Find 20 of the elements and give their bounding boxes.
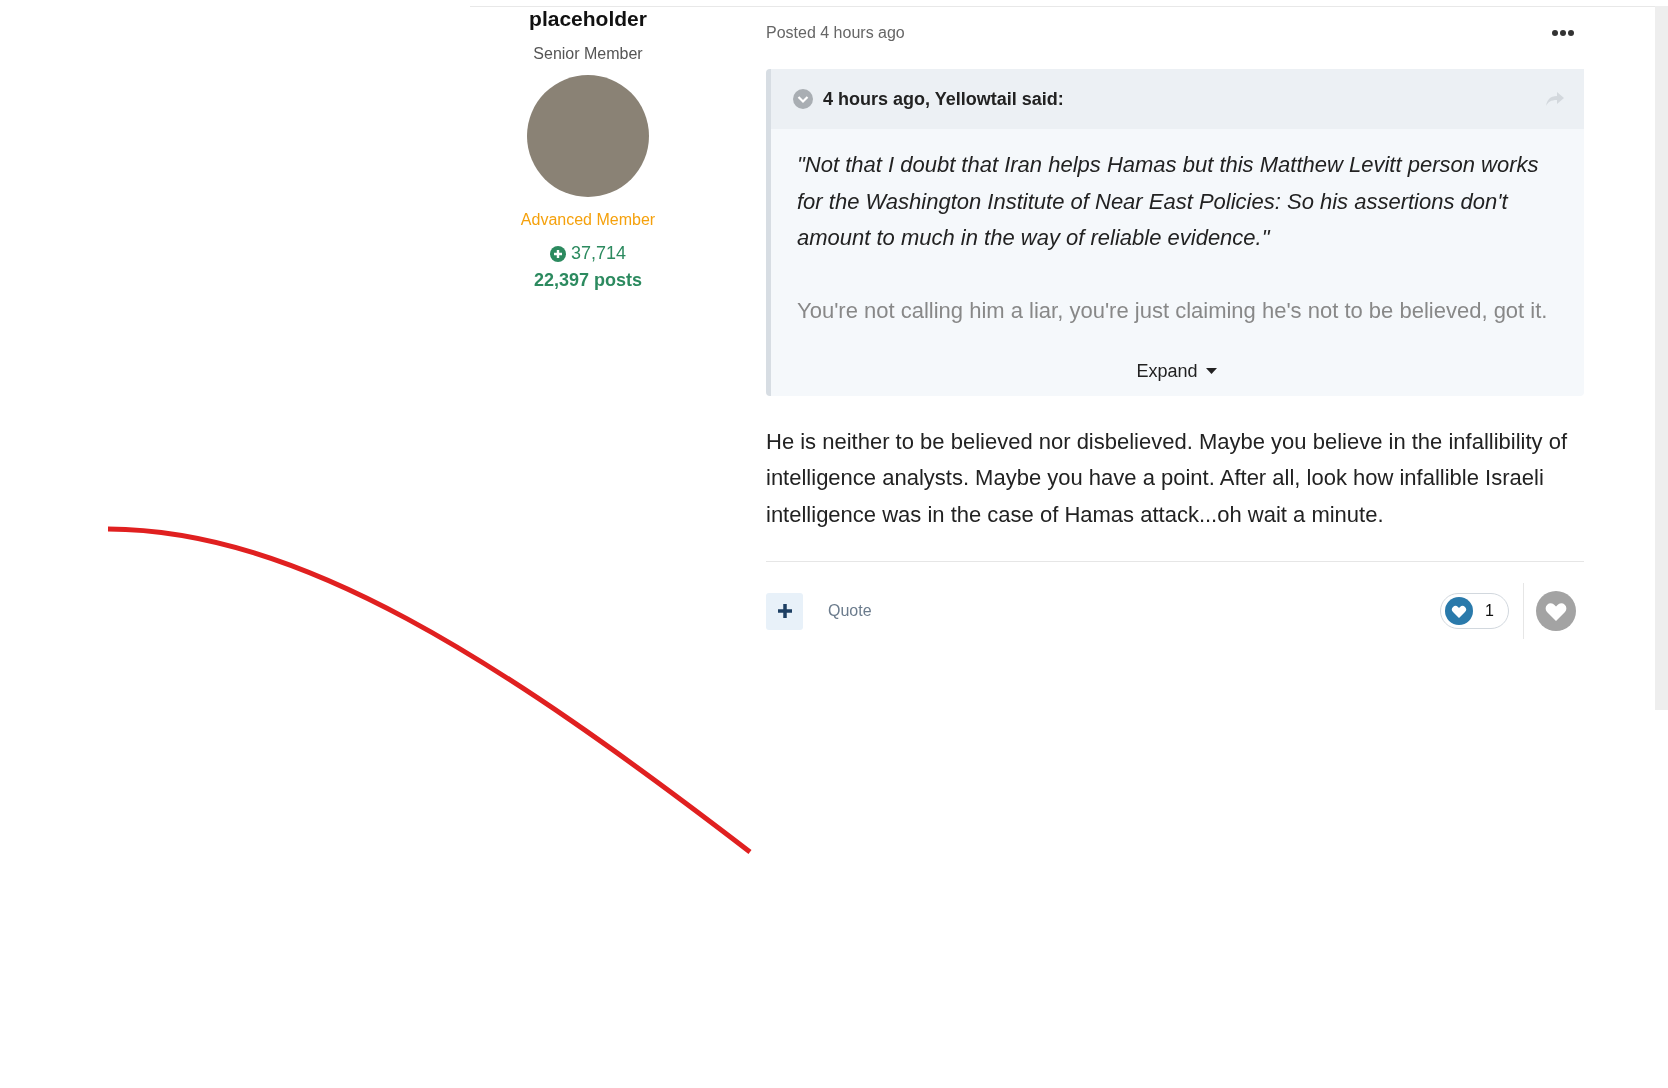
post-date: Posted 4 hours ago bbox=[766, 24, 905, 42]
author-name[interactable]: placeholder bbox=[529, 7, 647, 31]
reputation-count: 37,714 bbox=[570, 243, 627, 264]
post-body-text: He is neither to be believed nor disbelieved. Maybe you believe in the infallibility of intelligence analysts. Maybe you have a point. After all, look how infallible Israeli intelligence was in the case of Hamas attack...oh wait a minute. bbox=[766, 427, 1569, 529]
multiquote-button[interactable] bbox=[766, 592, 803, 630]
quoted-text: "Not that I doubt that Iran helps Hamas but this Matthew Levitt person works for the Washington Institute of Near East Policies: So his assertions don't amount to much in the way of reliable evidence." bbox=[797, 151, 1540, 252]
member-rank: Advanced Member bbox=[520, 211, 656, 229]
plus-icon bbox=[777, 604, 792, 618]
quoted-reply-text: You're not calling him a liar, you're just claiming he's not to be believed, got it. bbox=[797, 296, 1549, 325]
reaction-count-button[interactable]: 1 bbox=[1440, 593, 1509, 629]
quote-attribution: 4 hours ago, Yellowtail said: bbox=[823, 88, 1065, 110]
ellipsis-icon bbox=[1552, 29, 1574, 37]
quote-button[interactable]: Quote bbox=[820, 602, 880, 620]
react-button[interactable] bbox=[1536, 591, 1576, 631]
caret-icon bbox=[1205, 368, 1217, 374]
chevron-circle-icon[interactable] bbox=[793, 89, 813, 109]
expand-button[interactable]: Expand bbox=[1128, 356, 1225, 386]
member-title: Senior Member bbox=[533, 45, 643, 63]
plus-circle-icon bbox=[549, 245, 566, 262]
post-count: 22,397 posts bbox=[533, 270, 643, 291]
